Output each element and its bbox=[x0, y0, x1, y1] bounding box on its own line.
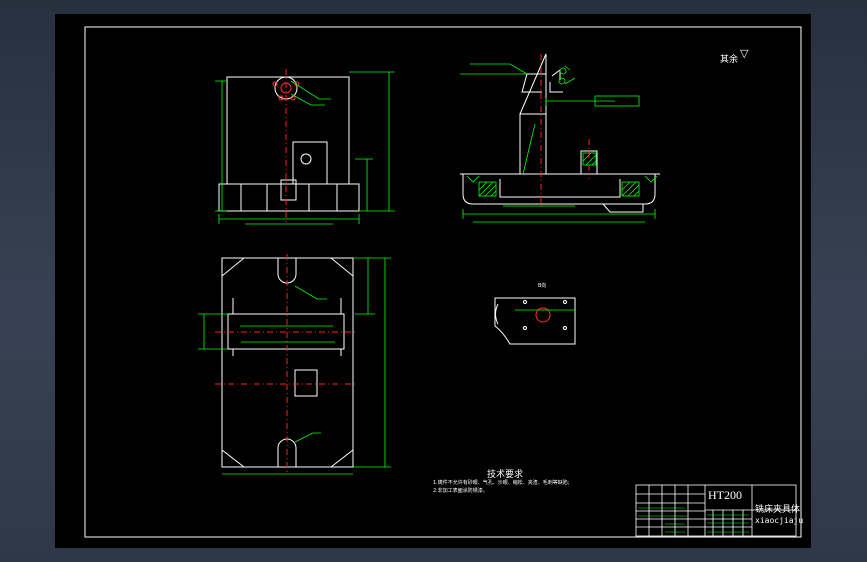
roughness-symbol-icon: ▽ bbox=[740, 47, 749, 60]
top-view-centerlines bbox=[215, 254, 358, 474]
roughness-marks bbox=[466, 175, 658, 183]
roughness-note: 其余 bbox=[720, 55, 739, 65]
drawing-canvas bbox=[84, 26, 802, 538]
cad-viewport[interactable]: HT200 铣床夹具体 xiaocjiaju 其余 ▽ 技术要求 1.铸件不允许… bbox=[0, 0, 867, 562]
front-view bbox=[218, 76, 360, 212]
side-hatches bbox=[478, 123, 640, 197]
tech-requirement-1: 1.铸件不允许有砂眼、气孔、沙眼、缩松、夹渣、毛刺等缺陷; bbox=[433, 480, 570, 486]
aux-view-b bbox=[494, 297, 576, 345]
part-name-label: 铣床夹具体 bbox=[755, 505, 801, 515]
top-dimensions bbox=[198, 257, 391, 475]
side-dimensions bbox=[460, 63, 656, 223]
inner-frame bbox=[84, 26, 802, 538]
tech-requirement-2: 2.非加工表面涂防锈漆。 bbox=[433, 488, 488, 494]
title-block-green-text bbox=[638, 507, 749, 533]
front-dimensions bbox=[215, 71, 395, 225]
aux-view-label: B向 bbox=[538, 283, 547, 289]
part-pinyin-label: xiaocjiaju bbox=[755, 516, 804, 525]
drawing-sheet: HT200 铣床夹具体 xiaocjiaju 其余 ▽ 技术要求 1.铸件不允许… bbox=[55, 14, 811, 548]
side-centerlines bbox=[540, 54, 590, 209]
material-label: HT200 bbox=[708, 488, 742, 502]
